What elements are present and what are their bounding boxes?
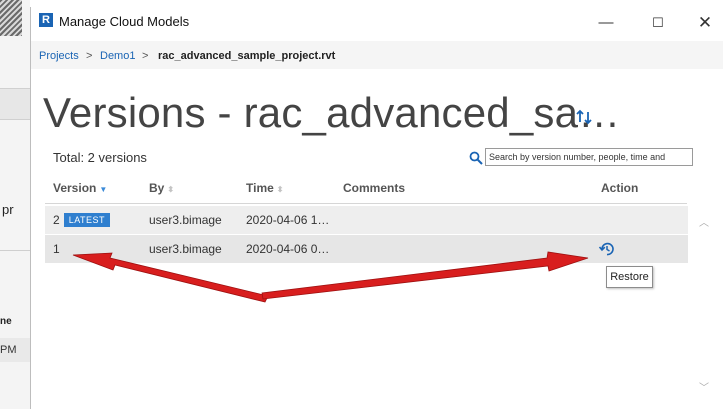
background-text-fragment: pr xyxy=(2,202,14,217)
scroll-down-icon[interactable]: ﹀ xyxy=(699,379,709,394)
close-button[interactable]: ✕ xyxy=(695,13,715,33)
background-text-fragment: PM xyxy=(0,338,30,362)
column-header-label: Version xyxy=(53,181,97,195)
author-cell: user3.bimage xyxy=(149,213,222,227)
version-number: 1 xyxy=(53,242,60,256)
table-row[interactable]: 2 LATEST user3.bimage 2020-04-06 1… xyxy=(45,206,688,234)
sort-icon: ⬍ xyxy=(276,185,284,194)
version-number: 2 xyxy=(53,213,60,227)
column-header-action: Action xyxy=(601,181,638,195)
background-thumbnail xyxy=(0,0,22,36)
column-header-label: Comments xyxy=(343,181,406,195)
column-header-label: Time xyxy=(246,181,274,195)
window-title: Manage Cloud Models xyxy=(59,14,190,29)
breadcrumb-projects-link[interactable]: Projects xyxy=(39,50,79,62)
background-divider xyxy=(0,250,30,251)
page-title: Versions - rac_advanced_sa… xyxy=(43,89,621,136)
column-header-label: By xyxy=(149,181,165,195)
table-row[interactable]: 1 user3.bimage 2020-04-06 0… xyxy=(45,235,688,263)
breadcrumb: Projects > Demo1 > rac_advanced_sample_p… xyxy=(31,41,723,69)
manage-cloud-models-dialog: R Manage Cloud Models — ☐ ✕ Projects > D… xyxy=(30,7,723,409)
restore-tooltip: Restore xyxy=(606,266,653,288)
column-header-comments: Comments xyxy=(343,181,405,195)
version-cell: 1 xyxy=(53,242,60,256)
background-strip xyxy=(0,88,30,120)
title-bar[interactable]: R Manage Cloud Models — ☐ ✕ xyxy=(31,7,723,37)
version-cell: 2 LATEST xyxy=(53,213,111,227)
sort-descending-icon: ▼ xyxy=(99,185,108,194)
scroll-up-icon[interactable]: ︿ xyxy=(699,214,709,229)
latest-badge: LATEST xyxy=(63,213,111,227)
time-cell: 2020-04-06 1… xyxy=(246,213,330,227)
sort-icon: ⬍ xyxy=(167,185,175,194)
background-app: pr ne PM xyxy=(0,0,30,409)
maximize-button[interactable]: ☐ xyxy=(648,13,668,33)
column-header-label: Action xyxy=(601,181,639,195)
breadcrumb-separator: > xyxy=(86,50,93,62)
revit-app-icon: R xyxy=(39,13,53,27)
breadcrumb-separator: > xyxy=(142,50,149,62)
author-cell: user3.bimage xyxy=(149,242,222,256)
header-divider xyxy=(45,203,687,204)
restore-icon[interactable] xyxy=(598,240,616,258)
column-header-time[interactable]: Time ⬍ xyxy=(246,181,284,195)
search-input[interactable] xyxy=(485,148,693,166)
column-header-version[interactable]: Version ▼ xyxy=(53,181,107,195)
minimize-button[interactable]: — xyxy=(596,13,616,33)
breadcrumb-current-file: rac_advanced_sample_project.rvt xyxy=(158,50,336,62)
total-versions-count: Total: 2 versions xyxy=(53,150,147,165)
time-cell: 2020-04-06 0… xyxy=(246,242,330,256)
sync-icon[interactable] xyxy=(574,107,594,127)
breadcrumb-demo1-link[interactable]: Demo1 xyxy=(100,50,135,62)
search-icon xyxy=(469,151,483,165)
column-header-by[interactable]: By ⬍ xyxy=(149,181,174,195)
background-text-fragment: ne xyxy=(0,316,12,327)
